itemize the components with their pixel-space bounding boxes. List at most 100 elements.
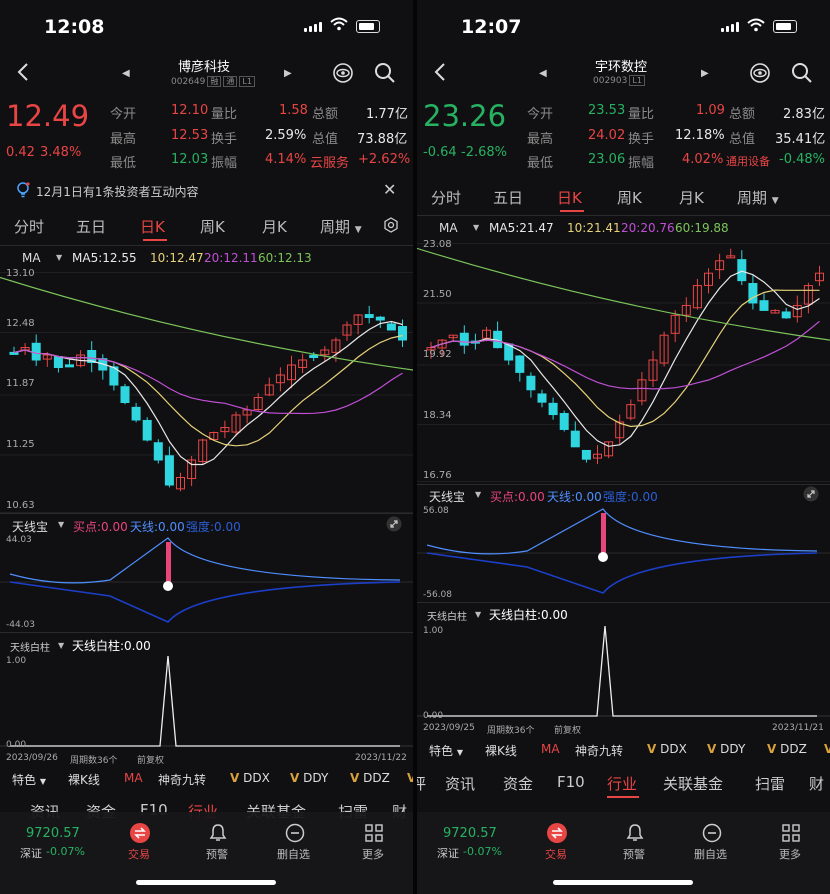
tab-daily-k[interactable]: 日K: [557, 187, 582, 208]
ma5-value: MA5:12.55: [72, 251, 137, 265]
indicator2-dropdown-icon[interactable]: ▼: [475, 610, 481, 619]
chip-ddx[interactable]: V DDX: [230, 771, 270, 785]
nav-trade[interactable]: 交易: [128, 846, 150, 862]
index-value[interactable]: 9720.57: [26, 826, 80, 841]
market-cap-value: 35.41亿: [775, 132, 826, 147]
chip-naked-k[interactable]: 裸K线: [485, 742, 517, 759]
notice-text[interactable]: 12月1日有1条投资者互动内容: [36, 183, 199, 200]
indicator-name[interactable]: 天线宝: [12, 518, 48, 535]
tab-weekly-k[interactable]: 周K: [617, 187, 642, 208]
candlestick-chart[interactable]: [417, 236, 830, 484]
info-tab-funds[interactable]: 关联基金: [663, 773, 723, 794]
remove-watchlist-icon[interactable]: [285, 823, 305, 847]
chip-magic-nine[interactable]: 神奇九转: [575, 742, 623, 759]
nav-alert[interactable]: 预警: [623, 846, 645, 862]
nav-trade[interactable]: 交易: [545, 846, 567, 862]
bell-icon[interactable]: [208, 823, 228, 847]
chip-ma[interactable]: MA: [124, 771, 143, 785]
chip-more[interactable]: V: [824, 742, 830, 756]
next-stock-icon[interactable]: ▶: [284, 68, 292, 79]
nav-more[interactable]: 更多: [362, 846, 384, 862]
info-tab-f10[interactable]: F10: [557, 773, 585, 791]
info-tab-capital[interactable]: 资金: [503, 773, 533, 794]
chip-ma[interactable]: MA: [541, 742, 560, 756]
info-tab-finance[interactable]: 财: [809, 773, 824, 794]
trade-icon[interactable]: [547, 823, 567, 847]
prev-stock-icon[interactable]: ◀: [122, 68, 130, 79]
open-value: 12.10: [171, 103, 209, 118]
open-label: 今开: [527, 107, 554, 122]
info-tab-review[interactable]: 评: [417, 773, 426, 794]
ma-dropdown-icon[interactable]: ▼: [56, 253, 62, 262]
chip-ddz[interactable]: V DDZ: [767, 742, 807, 756]
tab-period[interactable]: 周期 ▼: [737, 187, 779, 208]
chip-featured[interactable]: 特色 ▼: [429, 742, 463, 759]
buy-point-marker: [598, 552, 608, 562]
indicator-bottom-tick: -56.08: [423, 590, 453, 600]
chip-ddz[interactable]: V DDZ: [350, 771, 390, 785]
y-tick: 19.92: [423, 349, 452, 360]
watch-eye-icon[interactable]: [332, 62, 354, 88]
next-stock-icon[interactable]: ▶: [701, 68, 709, 79]
candle-body: [526, 375, 536, 391]
tab-timeshare[interactable]: 分时: [431, 187, 461, 208]
ma-label[interactable]: MA: [439, 221, 458, 235]
nav-alert[interactable]: 预警: [206, 846, 228, 862]
more-grid-icon[interactable]: [781, 823, 801, 847]
bell-icon[interactable]: [625, 823, 645, 847]
close-icon[interactable]: ✕: [383, 180, 396, 199]
tab-timeshare[interactable]: 分时: [14, 216, 44, 237]
sector-name[interactable]: 云服务: [310, 152, 349, 171]
high-value: 12.53: [171, 128, 209, 143]
tab-daily-k[interactable]: 日K: [140, 216, 165, 237]
chart-settings-icon[interactable]: [383, 217, 399, 237]
indicator-name[interactable]: 天线宝: [429, 488, 465, 505]
index-value[interactable]: 9720.57: [443, 826, 497, 841]
ma60-value: 60:12.13: [258, 251, 312, 265]
watch-eye-icon[interactable]: [749, 62, 771, 88]
nav-more[interactable]: 更多: [779, 846, 801, 862]
tab-period[interactable]: 周期 ▼: [320, 216, 362, 237]
chip-ddx[interactable]: V DDX: [647, 742, 687, 756]
info-tab-news[interactable]: 资讯: [445, 773, 475, 794]
tab-five-day[interactable]: 五日: [493, 187, 523, 208]
expand-icon[interactable]: [386, 516, 402, 536]
ma20-line: [430, 320, 820, 390]
chip-magic-nine[interactable]: 神奇九转: [158, 771, 206, 788]
indicator-dropdown-icon[interactable]: ▼: [58, 520, 64, 529]
chip-ddy[interactable]: V DDY: [290, 771, 328, 785]
chip-ddy[interactable]: V DDY: [707, 742, 745, 756]
remove-watchlist-icon[interactable]: [702, 823, 722, 847]
nav-remove-watchlist[interactable]: 删自选: [694, 846, 727, 862]
indicator-dropdown-icon[interactable]: ▼: [475, 490, 481, 499]
antenna-line: [9, 537, 401, 584]
chip-featured[interactable]: 特色 ▼: [12, 771, 46, 788]
nav-remove-watchlist[interactable]: 删自选: [277, 846, 310, 862]
chip-naked-k[interactable]: 裸K线: [68, 771, 100, 788]
tab-weekly-k[interactable]: 周K: [200, 216, 225, 237]
info-tab-mines[interactable]: 扫雷: [755, 773, 785, 794]
candlestick-chart[interactable]: [0, 265, 413, 515]
current-price: 12.49: [6, 99, 90, 133]
vol-ratio-label: 量比: [628, 107, 655, 122]
candle-body: [570, 430, 580, 448]
trade-icon[interactable]: [130, 823, 150, 847]
search-icon[interactable]: [374, 62, 396, 88]
tab-five-day[interactable]: 五日: [76, 216, 106, 237]
search-icon[interactable]: [791, 62, 813, 88]
tab-monthly-k[interactable]: 月K: [679, 187, 704, 208]
tab-monthly-k[interactable]: 月K: [262, 216, 287, 237]
back-icon[interactable]: [16, 62, 30, 86]
prev-stock-icon[interactable]: ◀: [539, 68, 547, 79]
indicator2-name[interactable]: 天线白柱: [427, 608, 467, 623]
ma-dropdown-icon[interactable]: ▼: [473, 223, 479, 232]
ma-label[interactable]: MA: [22, 251, 41, 265]
amount-value: 1.77亿: [366, 107, 408, 122]
expand-icon[interactable]: [803, 486, 819, 506]
info-tab-industry[interactable]: 行业: [607, 773, 637, 794]
back-icon[interactable]: [433, 62, 447, 86]
sector-name[interactable]: 通用设备: [726, 153, 770, 169]
indicator2-dropdown-icon[interactable]: ▼: [58, 641, 64, 650]
indicator-bottom-tick: -44.03: [6, 620, 36, 630]
more-grid-icon[interactable]: [364, 823, 384, 847]
